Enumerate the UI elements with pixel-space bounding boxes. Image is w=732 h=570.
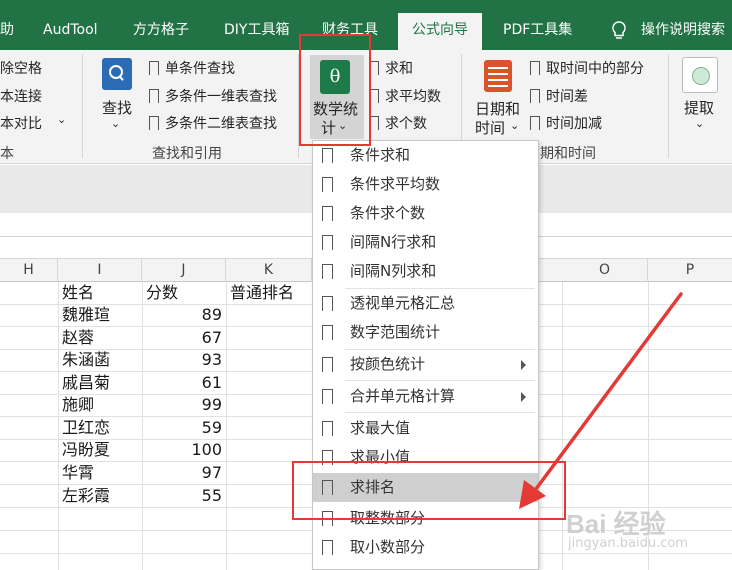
baidu-watermark: Bai 经验 jingyan.baidu.com xyxy=(566,509,688,551)
annotation-arrow-icon xyxy=(519,292,683,509)
